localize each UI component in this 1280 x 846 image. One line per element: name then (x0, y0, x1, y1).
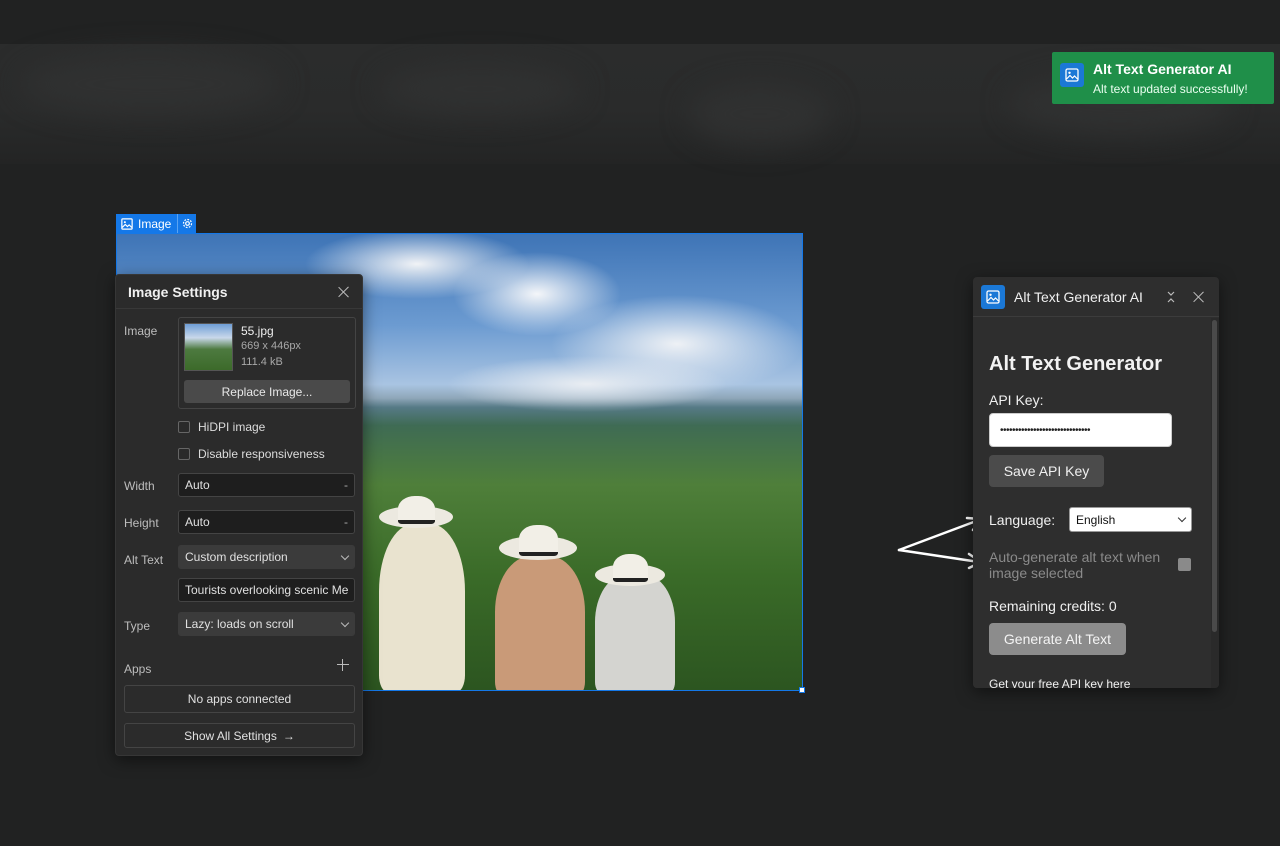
image-icon (981, 284, 1005, 309)
show-all-settings-button[interactable]: Show All Settings → (124, 723, 355, 748)
gear-icon[interactable] (178, 214, 196, 233)
generate-alt-text-button[interactable]: Generate Alt Text (989, 623, 1126, 655)
success-toast: Alt Text Generator AI Alt text updated s… (1052, 52, 1274, 104)
image-settings-panel: Image Settings Image 55.jpg 669 x 446px … (115, 274, 363, 756)
image-icon (1060, 63, 1084, 87)
alt-text-mode-value: Custom description (185, 550, 288, 564)
alt-text-label: Alt Text (124, 553, 164, 567)
loading-type-value: Lazy: loads on scroll (185, 617, 294, 631)
panel-title: Image Settings (128, 283, 228, 300)
width-input[interactable]: Auto - (178, 473, 355, 497)
loading-type-select[interactable]: Lazy: loads on scroll (178, 612, 355, 636)
height-input[interactable]: Auto - (178, 510, 355, 534)
hidpi-checkbox-row[interactable]: HiDPI image (178, 420, 265, 434)
file-name: 55.jpg (241, 324, 274, 338)
alt-text-mode-select[interactable]: Custom description (178, 545, 355, 569)
api-key-value: •••••••••••••••••••••••••••••• (1000, 424, 1091, 436)
scrollbar-thumb[interactable] (1212, 320, 1217, 632)
image-label: Image (124, 324, 158, 338)
arrow-right-icon: → (282, 728, 295, 743)
plus-icon[interactable] (337, 659, 349, 671)
annotation-arrows (897, 516, 983, 570)
api-key-link[interactable]: Get your free API key here (989, 677, 1130, 688)
alt-text-input[interactable]: Tourists overlooking scenic Me (178, 578, 355, 602)
credits-text: Remaining credits: 0 (989, 598, 1117, 614)
no-apps-box: No apps connected (124, 685, 355, 713)
alt-text-value: Tourists overlooking scenic Me (185, 583, 349, 597)
save-api-key-button[interactable]: Save API Key (989, 455, 1104, 487)
resize-handle[interactable] (799, 687, 805, 693)
api-key-input[interactable]: •••••••••••••••••••••••••••••• (989, 413, 1172, 447)
chevron-down-icon (1177, 513, 1187, 523)
language-select[interactable]: English (1069, 507, 1192, 532)
disable-responsive-checkbox[interactable] (178, 448, 190, 460)
chevron-down-icon (340, 618, 350, 627)
width-unit: - (344, 478, 348, 492)
width-value: Auto (185, 478, 210, 492)
collapse-icon[interactable] (1165, 291, 1177, 303)
close-icon[interactable] (1193, 291, 1205, 303)
generator-body: Alt Text Generator API Key: ••••••••••••… (973, 318, 1211, 688)
show-all-label: Show All Settings (184, 728, 277, 743)
replace-image-button[interactable]: Replace Image... (184, 380, 350, 403)
height-value: Auto (185, 515, 210, 529)
auto-generate-label: Auto-generate alt text when image select… (989, 549, 1161, 581)
height-unit: - (344, 515, 348, 529)
hidpi-checkbox[interactable] (178, 421, 190, 433)
hidpi-label: HiDPI image (198, 420, 266, 434)
auto-generate-checkbox[interactable] (1178, 558, 1191, 571)
generator-heading: Alt Text Generator (989, 353, 1162, 375)
file-size: 111.4 kB (241, 356, 283, 368)
close-icon[interactable] (338, 286, 350, 298)
element-label-image[interactable]: Image (116, 214, 196, 233)
panel-title: Alt Text Generator AI (1014, 288, 1143, 305)
file-dimensions: 669 x 446px (241, 340, 301, 352)
alt-text-generator-panel: Alt Text Generator AI Alt Text Generator… (973, 277, 1219, 688)
chevron-down-icon (340, 551, 350, 560)
disable-responsive-label: Disable responsiveness (198, 447, 325, 461)
api-key-label: API Key: (989, 392, 1044, 408)
type-label: Type (124, 619, 151, 633)
scrollbar[interactable] (1211, 318, 1219, 688)
language-label: Language: (989, 512, 1056, 528)
height-label: Height (124, 516, 159, 530)
disable-responsive-row[interactable]: Disable responsiveness (178, 447, 325, 461)
image-file-box: 55.jpg 669 x 446px 111.4 kB Replace Imag… (178, 317, 356, 409)
language-value: English (1076, 512, 1116, 527)
image-thumbnail (184, 323, 233, 371)
image-icon (121, 217, 133, 230)
toast-message: Alt text updated successfully! (1093, 82, 1248, 96)
width-label: Width (124, 479, 155, 493)
apps-label: Apps (124, 662, 152, 676)
element-label-text: Image (138, 216, 172, 231)
toast-title: Alt Text Generator AI (1093, 61, 1232, 77)
